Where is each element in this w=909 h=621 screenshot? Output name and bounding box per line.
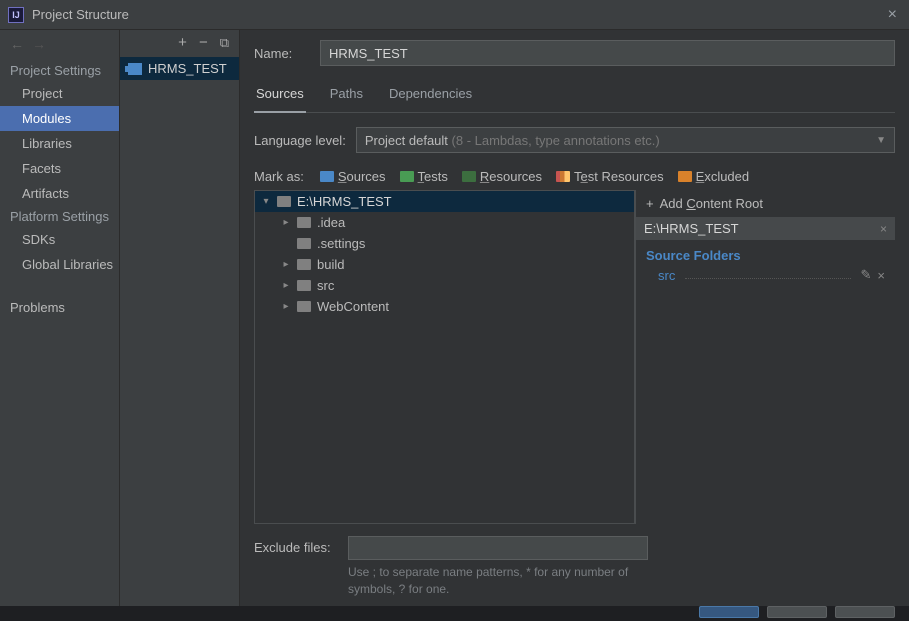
sidebar-section-project-settings: Project Settings bbox=[0, 60, 119, 81]
cancel-button[interactable] bbox=[767, 606, 827, 618]
folder-test-resources-icon bbox=[556, 171, 570, 182]
chevron-right-icon[interactable]: ▸ bbox=[281, 280, 291, 291]
chevron-down-icon[interactable]: ▾ bbox=[261, 196, 271, 207]
folder-icon bbox=[297, 217, 311, 228]
source-folders-heading: Source Folders bbox=[646, 248, 885, 263]
tree-item[interactable]: .settings bbox=[255, 233, 634, 254]
sidebar-item-modules[interactable]: Modules bbox=[0, 106, 119, 131]
folder-icon bbox=[297, 301, 311, 312]
tree-root[interactable]: ▾ E:\HRMS_TEST bbox=[255, 191, 634, 212]
dialog-buttons bbox=[685, 606, 909, 621]
mark-as-label: Mark as: bbox=[254, 169, 304, 184]
titlebar: IJ Project Structure × bbox=[0, 0, 909, 30]
edit-icon[interactable]: ✎ bbox=[861, 267, 872, 283]
exclude-files-input[interactable] bbox=[348, 536, 648, 560]
chevron-down-icon: ▼ bbox=[876, 135, 886, 146]
folder-icon bbox=[297, 238, 311, 249]
module-item[interactable]: HRMS_TEST bbox=[120, 57, 239, 80]
exclude-files-label: Exclude files: bbox=[254, 536, 338, 555]
language-level-select[interactable]: Project default (8 - Lambdas, type annot… bbox=[356, 127, 895, 153]
chevron-right-icon[interactable]: ▸ bbox=[281, 301, 291, 312]
module-name-input[interactable] bbox=[320, 40, 895, 66]
tree-item-label: src bbox=[317, 278, 334, 293]
tree-item[interactable]: ▸ WebContent bbox=[255, 296, 634, 317]
mark-test-resources-button[interactable]: Test Resources bbox=[552, 167, 668, 186]
source-tree[interactable]: ▾ E:\HRMS_TEST ▸ .idea .settings ▸ bbox=[254, 190, 635, 524]
content-root-header[interactable]: E:\HRMS_TEST × bbox=[635, 217, 895, 240]
sidebar-section-platform-settings: Platform Settings bbox=[0, 206, 119, 227]
tree-item[interactable]: ▸ src bbox=[255, 275, 634, 296]
remove-module-icon[interactable]: − bbox=[199, 34, 208, 51]
modules-list: + − ⧉ HRMS_TEST bbox=[120, 30, 240, 606]
sidebar-item-problems[interactable]: Problems bbox=[0, 295, 119, 320]
source-folder-label: src bbox=[658, 268, 675, 283]
app-icon: IJ bbox=[8, 7, 24, 23]
ok-button[interactable] bbox=[699, 606, 759, 618]
mark-excluded-button[interactable]: Excluded bbox=[674, 167, 753, 186]
folder-icon bbox=[277, 196, 291, 207]
apply-button[interactable] bbox=[835, 606, 895, 618]
settings-sidebar: ← → Project Settings Project Modules Lib… bbox=[0, 30, 120, 606]
tree-item-label: .settings bbox=[317, 236, 365, 251]
tree-item-label: build bbox=[317, 257, 344, 272]
window-title: Project Structure bbox=[32, 7, 884, 22]
add-content-root-button[interactable]: + Add Content Root bbox=[635, 190, 895, 217]
content-root-path: E:\HRMS_TEST bbox=[644, 221, 739, 236]
module-tabs: Sources Paths Dependencies bbox=[254, 80, 895, 113]
folder-excluded-icon bbox=[678, 171, 692, 182]
sidebar-item-sdks[interactable]: SDKs bbox=[0, 227, 119, 252]
tree-item[interactable]: ▸ .idea bbox=[255, 212, 634, 233]
language-level-hint: (8 - Lambdas, type annotations etc.) bbox=[448, 133, 660, 148]
folder-green-icon bbox=[400, 171, 414, 182]
language-level-label: Language level: bbox=[254, 133, 346, 148]
folder-icon bbox=[297, 280, 311, 291]
mark-sources-button[interactable]: SSourcesources bbox=[316, 167, 390, 186]
tree-item-label: WebContent bbox=[317, 299, 389, 314]
exclude-hint: Use ; to separate name patterns, * for a… bbox=[348, 564, 668, 598]
chevron-right-icon[interactable]: ▸ bbox=[281, 259, 291, 270]
tree-item[interactable]: ▸ build bbox=[255, 254, 634, 275]
sidebar-item-facets[interactable]: Facets bbox=[0, 156, 119, 181]
folder-icon bbox=[297, 259, 311, 270]
nav-forward-icon: → bbox=[32, 36, 46, 52]
module-label: HRMS_TEST bbox=[148, 61, 227, 76]
language-level-value: Project default bbox=[365, 133, 448, 148]
close-icon[interactable]: × bbox=[884, 6, 901, 24]
folder-blue-icon bbox=[320, 171, 334, 182]
add-module-icon[interactable]: + bbox=[178, 34, 187, 51]
plus-icon: + bbox=[646, 196, 654, 211]
source-folder-item[interactable]: src ✎ × bbox=[646, 267, 885, 283]
sidebar-item-global-libraries[interactable]: Global Libraries bbox=[0, 252, 119, 277]
mark-resources-button[interactable]: Resources bbox=[458, 167, 546, 186]
nav-back-icon[interactable]: ← bbox=[10, 36, 24, 52]
sidebar-item-artifacts[interactable]: Artifacts bbox=[0, 181, 119, 206]
folder-resources-icon bbox=[462, 171, 476, 182]
tab-paths[interactable]: Paths bbox=[328, 80, 365, 112]
tree-root-label: E:\HRMS_TEST bbox=[297, 194, 392, 209]
separator bbox=[685, 271, 850, 279]
module-icon bbox=[128, 63, 142, 75]
sidebar-item-libraries[interactable]: Libraries bbox=[0, 131, 119, 156]
remove-icon[interactable]: × bbox=[877, 268, 885, 283]
tab-sources[interactable]: Sources bbox=[254, 80, 306, 113]
name-label: Name: bbox=[254, 46, 310, 61]
tab-dependencies[interactable]: Dependencies bbox=[387, 80, 474, 112]
sidebar-item-project[interactable]: Project bbox=[0, 81, 119, 106]
tree-item-label: .idea bbox=[317, 215, 345, 230]
mark-tests-button[interactable]: Tests bbox=[396, 167, 452, 186]
remove-content-root-icon[interactable]: × bbox=[880, 222, 887, 236]
module-detail: Name: Sources Paths Dependencies Languag… bbox=[240, 30, 909, 606]
copy-module-icon[interactable]: ⧉ bbox=[220, 35, 229, 51]
content-roots-pane: + Add Content Root E:\HRMS_TEST × Source… bbox=[635, 190, 895, 524]
chevron-right-icon[interactable]: ▸ bbox=[281, 217, 291, 228]
